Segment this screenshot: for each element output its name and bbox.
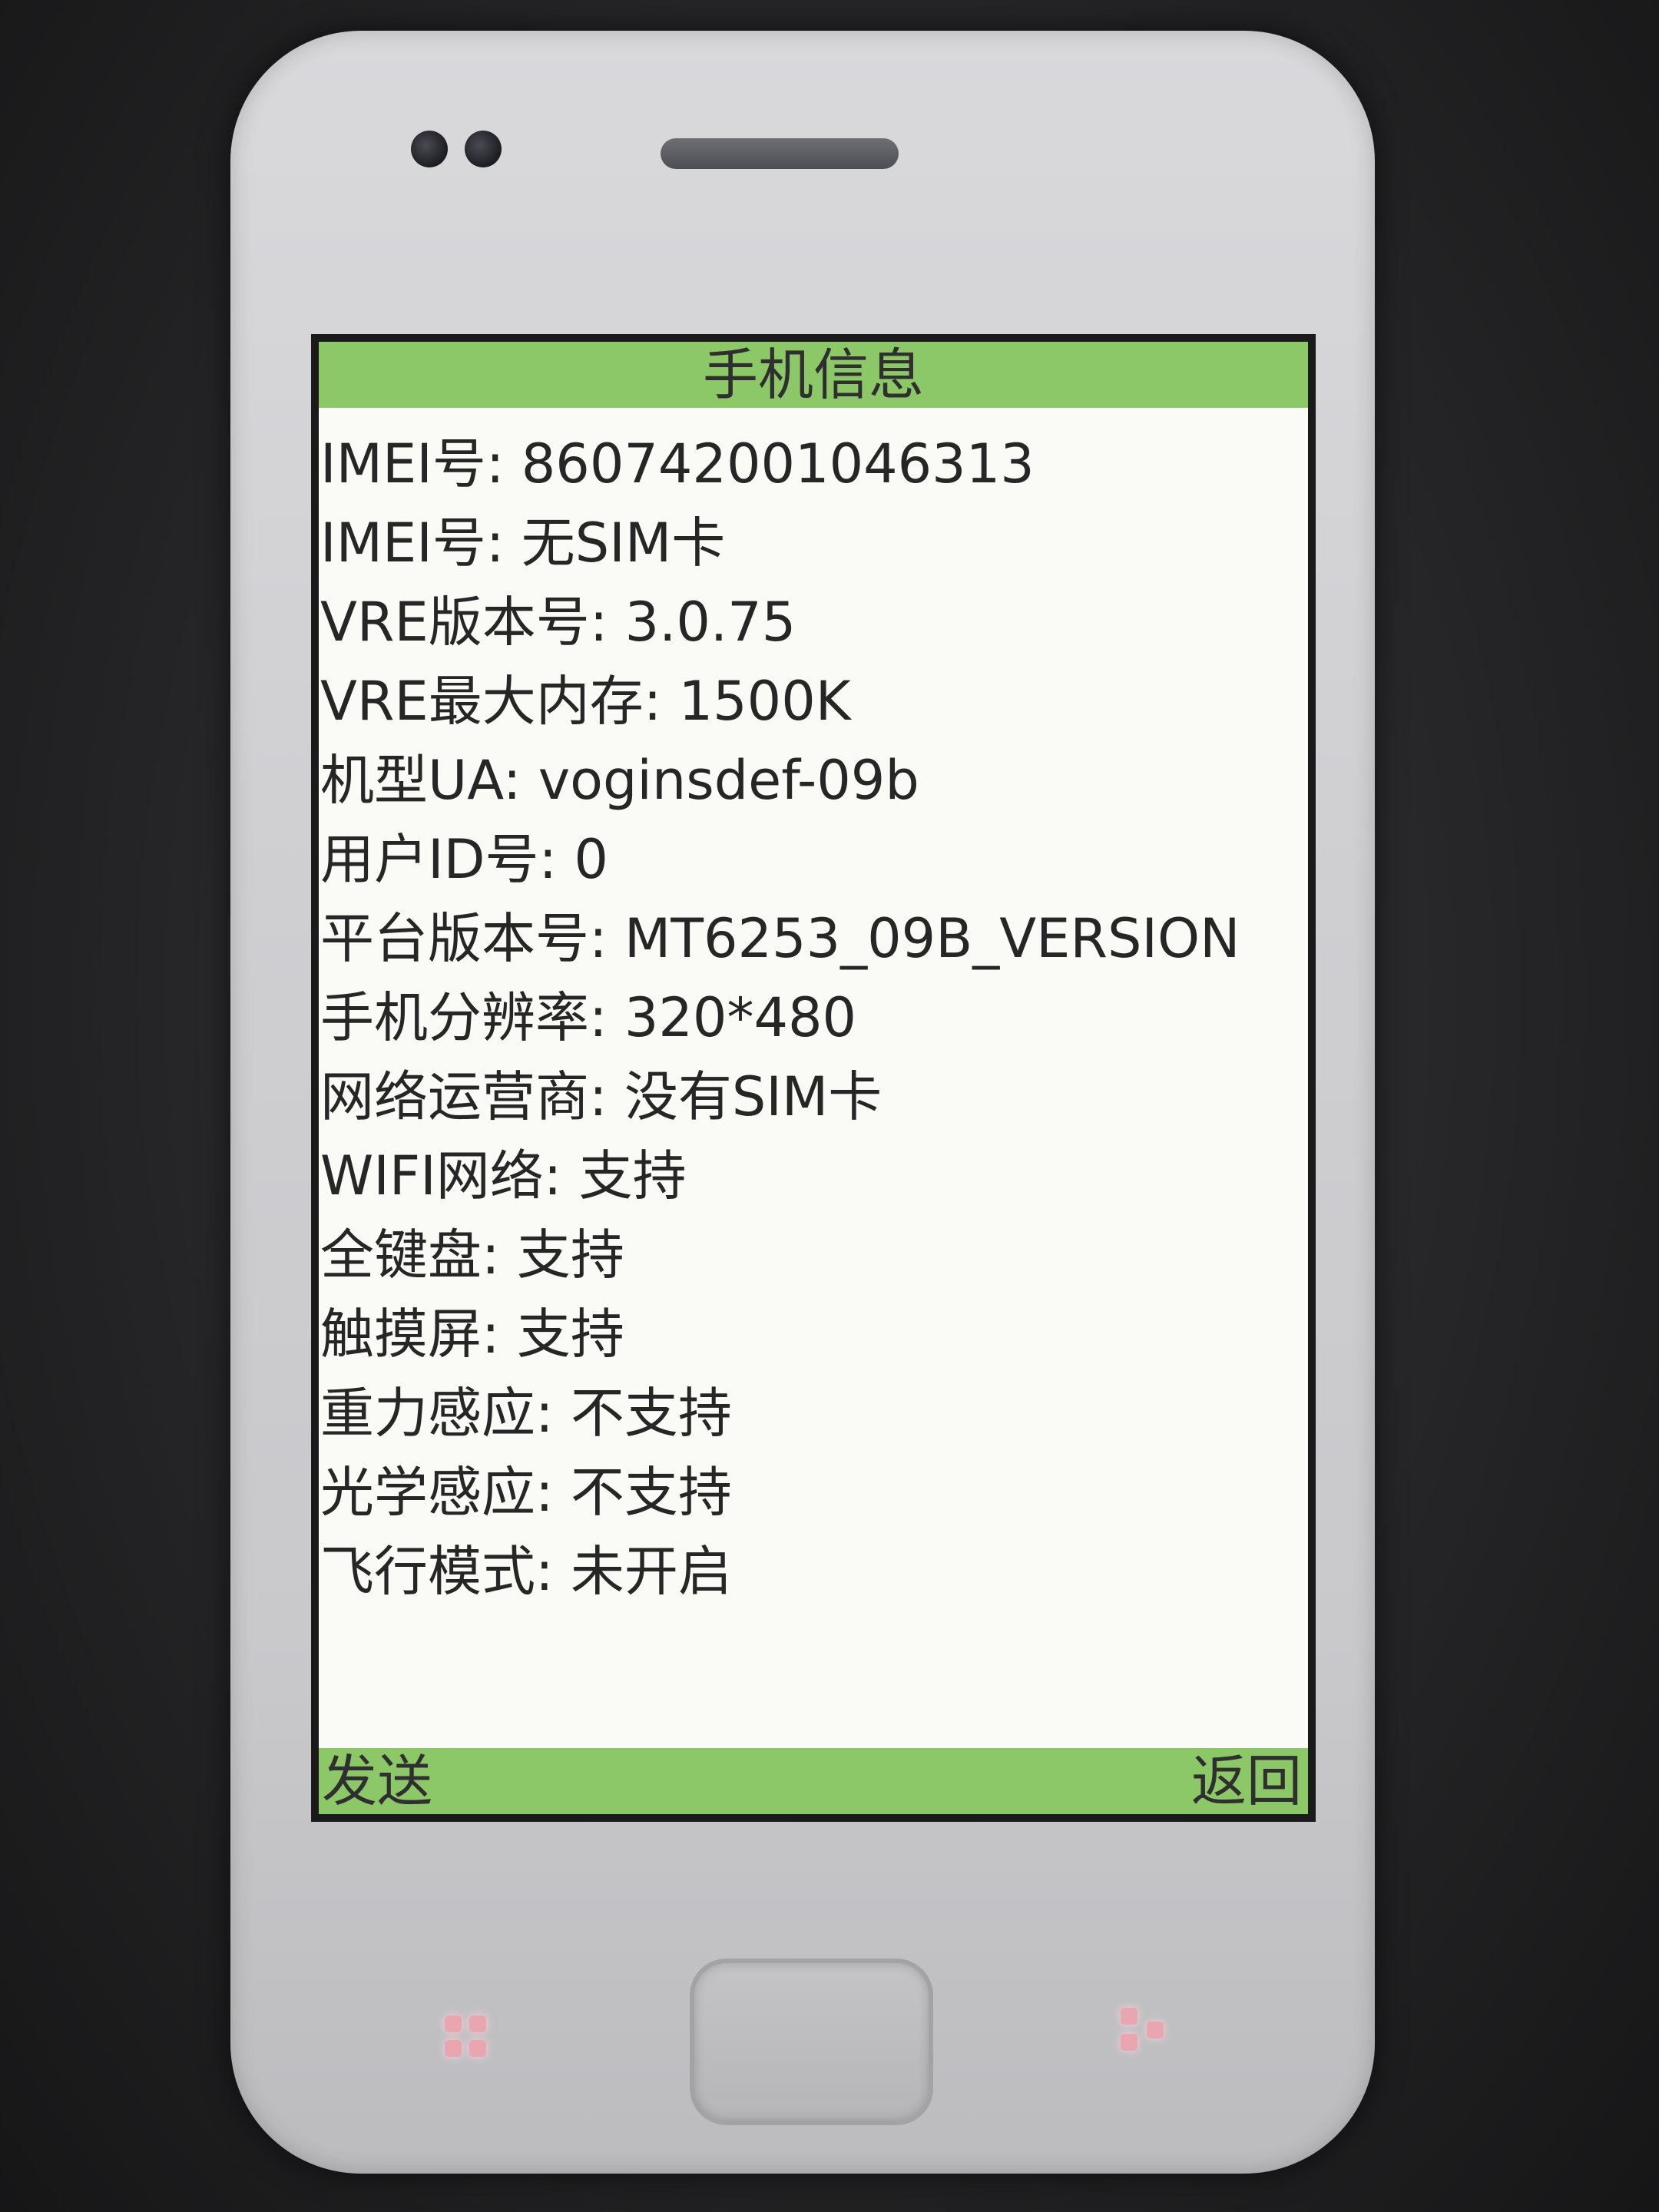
phone-info-list: IMEI号: 860742001046313 IMEI号: 无SIM卡 VRE版…: [319, 425, 1308, 1611]
info-row-imei-sim: IMEI号: 无SIM卡: [320, 512, 726, 575]
info-row-touchscreen: 触摸屏: 支持: [320, 1303, 624, 1366]
info-row-network-operator: 网络运营商: 没有SIM卡: [320, 1065, 882, 1128]
front-camera-icon: [411, 131, 448, 167]
info-row-light-sensor: 光学感应: 不支持: [320, 1461, 732, 1524]
info-row-flight-mode: 飞行模式: 未开启: [320, 1540, 732, 1603]
back-softkey[interactable]: 返回: [1191, 1748, 1302, 1814]
info-row-vre-version: VRE版本号: 3.0.75: [320, 591, 796, 654]
page-title: 手机信息: [702, 343, 924, 407]
phone-screen: 手机信息 IMEI号: 860742001046313 IMEI号: 无SIM卡…: [311, 334, 1316, 1822]
home-button[interactable]: [690, 1959, 933, 2125]
back-key-icon[interactable]: [1118, 2005, 1171, 2058]
brand-logo: [661, 1836, 945, 1866]
info-row-user-id: 用户ID号: 0: [320, 828, 608, 891]
send-softkey[interactable]: 发送: [322, 1748, 432, 1814]
title-bar: 手机信息: [319, 342, 1308, 408]
info-row-gravity-sensor: 重力感应: 不支持: [320, 1382, 732, 1445]
info-row-wifi: WIFI网络: 支持: [320, 1144, 687, 1207]
info-row-vre-memory: VRE最大内存: 1500K: [320, 670, 851, 733]
phone-device: 手机信息 IMEI号: 860742001046313 IMEI号: 无SIM卡…: [230, 31, 1375, 2174]
softkey-bar: 发送 返回: [319, 1748, 1308, 1814]
info-row-imei: IMEI号: 860742001046313: [320, 432, 1035, 495]
proximity-sensor-icon: [465, 131, 502, 167]
info-row-full-keyboard: 全键盘: 支持: [320, 1224, 624, 1286]
earpiece-speaker: [661, 138, 899, 169]
info-row-model-ua: 机型UA: voginsdef-09b: [320, 749, 919, 812]
info-row-resolution: 手机分辨率: 320*480: [320, 986, 857, 1049]
info-row-platform-version: 平台版本号: MT6253_09B_VERSION: [320, 907, 1240, 970]
menu-key-icon[interactable]: [442, 2012, 495, 2066]
